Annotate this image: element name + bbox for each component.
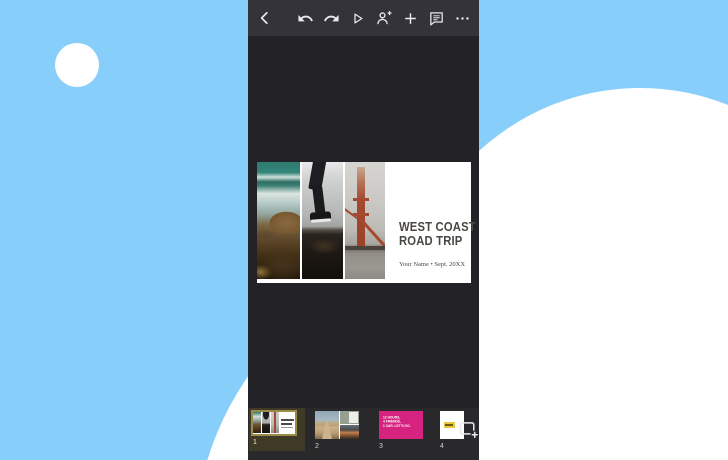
comments-button[interactable] [427,8,447,28]
slide-number-2: 2 [315,443,319,450]
more-horiz-icon [454,10,471,27]
redo-button[interactable] [321,8,341,28]
undo-button[interactable] [295,8,315,28]
slide-title-line2: ROAD TRIP [399,234,463,248]
slide-title[interactable]: WEST COAST ROAD TRIP [399,220,476,248]
photo-ocean-rocks[interactable] [257,162,300,279]
slide-number-1: 1 [253,439,257,446]
photo-golden-gate-bridge[interactable] [345,162,385,279]
slide-title-line1: WEST COAST [399,220,476,234]
play-icon [350,11,365,26]
photo-hiker-leg[interactable] [302,162,343,279]
present-button[interactable] [348,8,368,28]
screen-background: WEST COAST ROAD TRIP Your Name • Sept. 2… [0,0,728,460]
slide-thumbnail-3[interactable]: 12 HOURS, 4 FRIENDS, 1 CAR. LET'S GO. [379,411,423,439]
insert-button[interactable] [400,8,420,28]
decorative-circle-small [55,43,99,87]
add-slide-button[interactable] [459,421,480,445]
filmstrip-scroll-area[interactable]: 1 2 12 HOURS, 4 FRIENDS, 1 CAR. LET'S GO… [248,408,464,460]
redo-icon [323,10,340,27]
slide-thumbnail-1[interactable] [251,410,297,436]
share-button[interactable] [374,8,394,28]
chevron-left-icon [256,9,274,27]
person-add-icon [375,9,393,27]
slide-number-3: 3 [379,443,383,450]
more-options-button[interactable] [453,8,473,28]
bridge-tower [357,167,365,249]
back-button[interactable] [255,8,275,28]
undo-icon [297,10,314,27]
slide-subtitle[interactable]: Your Name • Sept. 20XX [399,261,469,268]
toolbar-actions [295,8,473,28]
slide3-text: 12 HOURS, 4 FRIENDS, 1 CAR. LET'S GO. [383,416,411,428]
slide-thumbnail-2[interactable] [315,411,359,439]
toolbar [248,0,479,36]
add-slide-icon [459,421,480,445]
comment-icon [428,10,445,27]
plus-icon [402,10,419,27]
filmstrip: 1 2 12 HOURS, 4 FRIENDS, 1 CAR. LET'S GO… [248,408,480,460]
slide-number-4: 4 [440,443,444,450]
slide-canvas[interactable]: WEST COAST ROAD TRIP Your Name • Sept. 2… [257,162,476,283]
phone-screen: WEST COAST ROAD TRIP Your Name • Sept. 2… [248,0,480,460]
